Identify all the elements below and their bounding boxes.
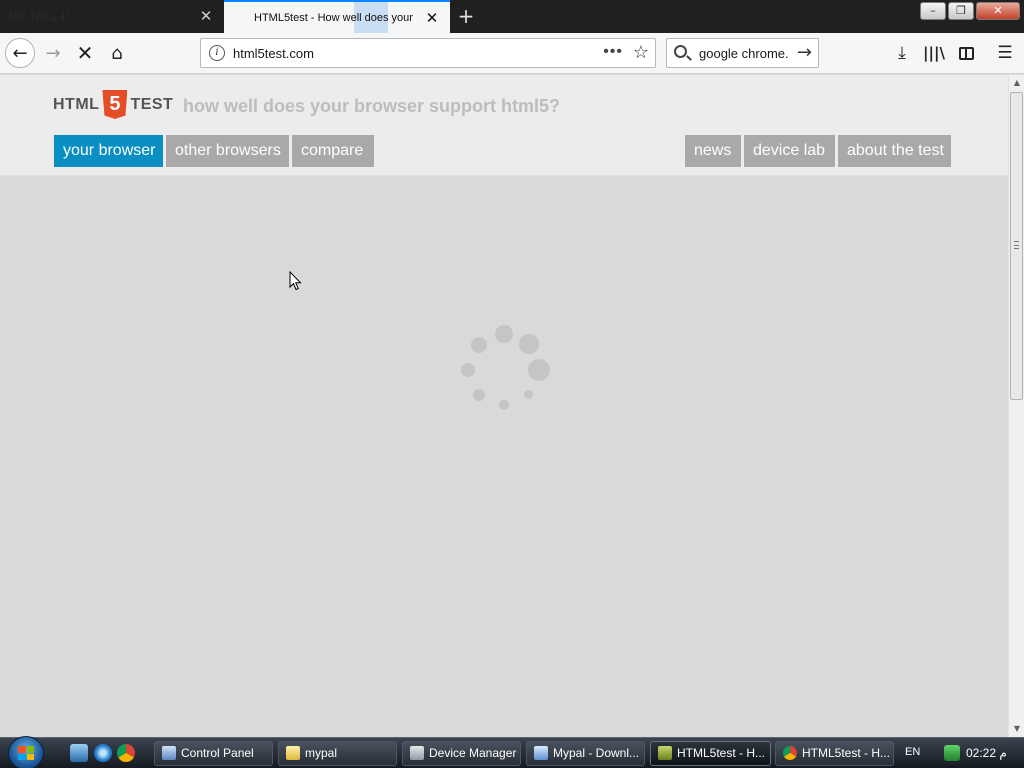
system-clock[interactable]: 02:22 م [966,746,1007,760]
tab-router[interactable]: 192.168.1.1/ ✕ [0,0,224,33]
folder-icon [286,746,300,760]
minimize-button[interactable]: – [920,2,946,20]
tab-label: 192.168.1.1/ [8,10,70,23]
logo-text-right: TEST [130,95,174,113]
page-actions-icon[interactable]: ••• [603,43,623,61]
device-manager-icon [410,746,424,760]
taskbar-item-device-manager[interactable]: Device Manager [402,741,521,766]
stop-loading-button[interactable]: ✕ [70,38,100,68]
html5test-logo[interactable]: HTML 5 TEST [53,90,173,119]
spinner-dot [461,363,475,377]
site-tagline: how well does your browser support html5… [183,96,561,116]
chrome-icon [783,746,797,760]
loading-spinner [458,323,554,419]
task-label: Control Panel [181,746,254,760]
tab-html5test[interactable]: HTML5test - How well does your bro ✕ [224,0,450,33]
spinner-dot [473,389,485,401]
close-window-button[interactable]: ✕ [976,2,1020,20]
spinner-dot [519,334,539,354]
nav-your-browser[interactable]: your browser [54,135,163,167]
spinner-dot [528,359,550,381]
navigation-toolbar: ← → ✕ ⌂ i html5test.com ••• ☆ google chr… [0,33,1024,74]
spinner-dot [524,390,533,399]
scroll-up-icon[interactable]: ▲ [1009,75,1024,91]
taskbar-item-html5test-chrome[interactable]: HTML5test - H... [775,741,894,766]
nav-about-the-test[interactable]: about the test [838,135,951,167]
downloads-icon[interactable]: ⤓ [890,41,914,65]
spinner-dot [499,400,509,410]
vertical-scrollbar[interactable]: ▲ ▼ [1008,75,1024,737]
task-label: Mypal - Downl... [553,746,640,760]
nav-device-lab[interactable]: device lab [744,135,835,167]
chrome-icon[interactable] [117,744,135,762]
library-icon[interactable]: |||\ [922,41,946,65]
scroll-thumb[interactable] [1010,92,1023,400]
window-controls: – ❐ ✕ [920,2,1020,20]
html5-shield-icon: 5 [102,90,128,119]
task-label: Device Manager [429,746,517,760]
language-indicator[interactable]: EN [905,746,920,758]
taskbar-item-mypal-downloads[interactable]: Mypal - Downl... [526,741,645,766]
taskbar-item-html5test-mypal[interactable]: HTML5test - H... [650,741,771,766]
scroll-down-icon[interactable]: ▼ [1009,721,1024,737]
internet-explorer-icon[interactable] [94,744,112,762]
close-icon[interactable]: ✕ [424,10,440,26]
bookmark-star-icon[interactable]: ☆ [633,42,649,63]
nav-news[interactable]: news [685,135,741,167]
address-text[interactable]: html5test.com [233,46,314,61]
spinner-dot [471,337,487,353]
sidebar-icon[interactable] [954,41,978,65]
tab-strip: 192.168.1.1/ ✕ HTML5test - How well does… [0,0,1024,33]
grip-icon [1014,241,1019,249]
search-box[interactable]: google chrome. → [666,38,819,68]
forward-button[interactable]: → [38,38,68,68]
tab-label: HTML5test - How well does your bro [254,11,414,24]
start-button[interactable] [8,736,44,768]
site-header: HTML 5 TEST how well does your browser s… [0,75,1008,176]
nav-compare[interactable]: compare [292,135,374,167]
control-panel-icon [162,746,176,760]
close-icon[interactable]: ✕ [198,8,214,24]
nav-other-browsers[interactable]: other browsers [166,135,289,167]
show-desktop-icon[interactable] [70,744,88,762]
network-tray-icon[interactable] [944,745,960,761]
mypal-icon [658,746,672,760]
task-label: mypal [305,746,338,760]
windows-logo-icon [18,746,34,760]
logo-text-left: HTML [53,95,100,113]
restore-button[interactable]: ❐ [948,2,974,20]
search-go-icon[interactable]: → [797,42,812,63]
task-label: HTML5test - H... [677,746,766,760]
spinner-dot [495,325,513,343]
hamburger-menu-icon[interactable]: ☰ [993,41,1017,65]
search-icon [674,45,687,58]
windows-taskbar: Control Panel mypal Device Manager Mypal… [0,736,1024,768]
task-label: HTML5test - H... [802,746,891,760]
web-page: HTML 5 TEST how well does your browser s… [0,75,1008,737]
taskbar-item-control-panel[interactable]: Control Panel [154,741,273,766]
address-bar[interactable]: i html5test.com ••• ☆ [200,38,656,68]
new-tab-button[interactable]: + [456,5,476,27]
mypal-icon [534,746,548,760]
taskbar-item-mypal-folder[interactable]: mypal [278,741,397,766]
home-button[interactable]: ⌂ [102,38,132,68]
mouse-cursor-icon [289,271,302,291]
site-info-icon[interactable]: i [209,45,225,61]
search-input[interactable]: google chrome. [699,46,794,61]
back-button[interactable]: ← [5,38,35,68]
